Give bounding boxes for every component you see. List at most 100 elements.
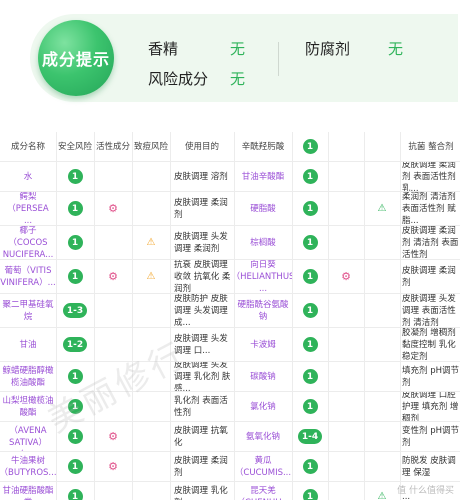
acne-risk-cell: ⚠ — [364, 482, 400, 500]
safety-risk-badge: 1 — [292, 132, 328, 161]
active-ingredient-cell: ⚙ — [328, 260, 364, 293]
ingredient-name-link[interactable]: 黄瓜（CUCUMIS... — [234, 452, 292, 481]
safety-risk-badge: 1 — [292, 328, 328, 361]
active-ingredient-cell — [328, 226, 364, 259]
ingredient-name-link[interactable]: 葡萄（VITIS VINIFERA）... — [0, 260, 56, 293]
ingredient-name-link[interactable]: 向日葵（HELIANTHUS ... — [234, 260, 292, 293]
ingredient-name-link[interactable]: 硬脂酰谷氨酸钠 — [234, 294, 292, 327]
acne-risk-cell — [132, 192, 170, 225]
ingredient-name-link[interactable]: 聚二甲基硅氧烷 — [0, 294, 56, 327]
safety-risk-badge: 1 — [292, 260, 328, 293]
safety-risk-badge: 1 — [292, 452, 328, 481]
acne-risk-cell — [364, 226, 400, 259]
ingredient-purpose: 皮肤调理 柔润剂 — [402, 265, 456, 288]
ingredient-name-link[interactable]: 氨氧化钠 — [234, 422, 292, 451]
active-ingredient-icon: ⚙ — [341, 269, 351, 283]
table-row[interactable]: 鲸蜡硬脂醇橄榄油酸酯 1 皮肤调理 头发调理 乳化剂 肤感... 碳酸钠 1 填充剂 pH… — [0, 362, 460, 392]
acne-risk-cell: ⚠ — [364, 192, 400, 225]
ingredient-name-link[interactable]: 鳄梨（PERSEA ... — [0, 192, 56, 225]
safety-risk-badge: 1 — [56, 260, 94, 293]
active-ingredient-cell — [94, 362, 132, 391]
ingredient-name-link[interactable]: 甘油辛酸酯 — [234, 162, 292, 191]
ingredient-name-link[interactable]: 燕麦（AVENA SATIVA）仁... — [0, 422, 56, 451]
safety-risk-badge: 1 — [292, 362, 328, 391]
ingredient-name-link[interactable]: 硬脂酸 — [234, 192, 292, 225]
table-row[interactable]: 牛油果树（BUTYROS... 1 ⚙ 皮肤调理 柔润剂 黄瓜（CUCUMIS... 1 防… — [0, 452, 460, 482]
ingredient-purpose: 皮肤调理 口腔护理 填充剂 增稠剂 — [402, 392, 459, 421]
ingredient-name-link[interactable]: 卡波姆 — [234, 328, 292, 361]
acne-risk-cell: ⚠ — [132, 260, 170, 293]
ingredient-table: 成分名称 安全风险 活性成分 致痘风险 使用目的 辛酰羟肟酸 1 抗菌 螯合剂 … — [0, 132, 460, 500]
active-ingredient-cell: ⚙ — [94, 452, 132, 481]
ingredient-purpose: 乳化剂 表面活性剂 — [174, 395, 228, 418]
active-ingredient-cell — [328, 192, 364, 225]
ingredient-name-link[interactable]: 碳酸钠 — [234, 362, 292, 391]
safety-risk-badge: 1 — [292, 392, 328, 421]
table-row[interactable]: 燕麦（AVENA SATIVA）仁...1 ⚙ 皮肤调理 抗氧化氨氧化钠1-4 变性剂… — [0, 422, 460, 452]
acne-risk-cell — [364, 422, 400, 451]
active-ingredient-cell — [94, 482, 132, 500]
table-row[interactable]: 葡萄（VITIS VINIFERA）... 1 ⚙ ⚠ 抗衰 皮肤调理 收敛 抗氧化 柔… — [0, 260, 460, 294]
ingredient-purpose: 皮肤调理 头发调理 口... — [174, 333, 228, 356]
ingredient-purpose: 皮肤防护 皮肤调理 头发调理 成... — [174, 294, 228, 327]
safety-risk-badge: 1 — [56, 226, 94, 259]
active-ingredient-icon: ⚙ — [108, 429, 118, 443]
table-row[interactable]: 椰子（COCOS NUCIFERA... 1 ⚠ 皮肤调理 头发调理 柔润剂 棕榈酸 1 皮… — [0, 226, 460, 260]
table-row[interactable]: 山梨坦橄榄油酸酯 1 乳化剂 表面活性剂 氯化钠 1 皮肤调理 口腔护理 填充剂 增稠剂 — [0, 392, 460, 422]
ingredient-name-link[interactable]: 椰子（COCOS NUCIFERA... — [0, 226, 56, 259]
table-row[interactable]: 鳄梨（PERSEA ... 1 ⚙ 皮肤调理 柔润剂 硬脂酸 1 ⚠ 柔润剂 清洁剂 表面活性… — [0, 192, 460, 226]
table-row[interactable]: 甘油硬脂酸酯类1皮肤调理 乳化剂昆天羌（CHENUH...1⚠... — [0, 482, 460, 500]
acne-risk-cell — [132, 422, 170, 451]
acne-risk-cell — [132, 162, 170, 191]
active-ingredient-cell — [328, 482, 364, 500]
active-ingredient-cell — [328, 422, 364, 451]
active-ingredient-cell — [94, 392, 132, 421]
ingredient-purpose: 皮肤调理 乳化剂 — [174, 485, 228, 500]
summary-title-badge: 成分提示 — [38, 20, 114, 96]
acne-risk-warning-icon: ⚠ — [377, 202, 387, 214]
active-ingredient-cell: ⚙ — [94, 192, 132, 225]
ingredient-name-link[interactable]: 甘油硬脂酸酯类 — [0, 482, 56, 500]
acne-risk-cell — [364, 452, 400, 481]
ingredient-name-link[interactable]: 水 — [0, 162, 56, 191]
table-row[interactable]: 水 1 皮肤调理 溶剂 甘油辛酸酯 1 皮肤调理 柔润剂 表面活性剂 乳... — [0, 162, 460, 192]
active-ingredient-cell — [94, 226, 132, 259]
active-ingredient-icon: ⚙ — [108, 201, 118, 215]
active-ingredient-cell — [328, 294, 364, 327]
ingredient-name-link[interactable]: 辛酰羟肟酸 — [234, 132, 292, 161]
ingredient-name-link[interactable]: 棕榈酸 — [234, 226, 292, 259]
active-ingredient-cell — [328, 452, 364, 481]
acne-risk-warning-icon: ⚠ — [146, 236, 156, 248]
safety-risk-badge: 1 — [56, 392, 94, 421]
header-purpose: 使用目的 — [184, 141, 219, 152]
safety-risk-badge: 1-4 — [292, 422, 328, 451]
ingredient-name-link[interactable]: 山梨坦橄榄油酸酯 — [0, 392, 56, 421]
summary-divider — [278, 42, 279, 76]
ingredient-purpose: 皮肤调理 柔润剂 表面活性剂 乳... — [402, 162, 456, 191]
table-row[interactable]: 甘油 1-2 皮肤调理 头发调理 口... 卡波姆 1 胶凝剂 增稠剂 黏度控制 乳化稳定… — [0, 328, 460, 362]
active-ingredient-icon: ⚙ — [108, 269, 118, 283]
ingredient-name-link[interactable]: 氯化钠 — [234, 392, 292, 421]
acne-risk-cell — [132, 362, 170, 391]
safety-risk-badge: 1 — [292, 192, 328, 225]
ingredient-name-link[interactable]: 鲸蜡硬脂醇橄榄油酸酯 — [0, 362, 56, 391]
ingredient-purpose: 皮肤调理 柔润剂 — [174, 197, 228, 220]
ingredient-purpose: 抗菌 螯合剂 — [408, 141, 454, 152]
acne-risk-cell — [132, 452, 170, 481]
safety-risk-badge: 1 — [56, 162, 94, 191]
active-ingredient-cell: ⚙ — [94, 422, 132, 451]
ingredient-purpose: 皮肤调理 头发调理 柔润剂 — [174, 231, 228, 254]
ingredient-purpose: 胶凝剂 增稠剂 黏度控制 乳化稳定剂 — [402, 328, 456, 361]
safety-risk-badge: 1 — [292, 294, 328, 327]
ingredient-purpose: 皮肤调理 头发调理 乳化剂 肤感... — [174, 362, 231, 391]
header-acne-risk: 致痘风险 — [133, 141, 168, 152]
acne-risk-cell — [132, 482, 170, 500]
acne-risk-warning-icon: ⚠ — [146, 270, 156, 282]
ingredient-name-link[interactable]: 牛油果树（BUTYROS... — [0, 452, 56, 481]
ingredient-name-link[interactable]: 甘油 — [0, 328, 56, 361]
header-safety-risk: 安全风险 — [57, 141, 92, 152]
active-ingredient-cell — [94, 162, 132, 191]
ingredient-name-link[interactable]: 昆天羌（CHENUH... — [234, 482, 292, 500]
active-ingredient-cell — [94, 294, 132, 327]
table-row[interactable]: 聚二甲基硅氧烷 1-3 皮肤防护 皮肤调理 头发调理 成... 硬脂酰谷氨酸钠 1 皮肤调… — [0, 294, 460, 328]
